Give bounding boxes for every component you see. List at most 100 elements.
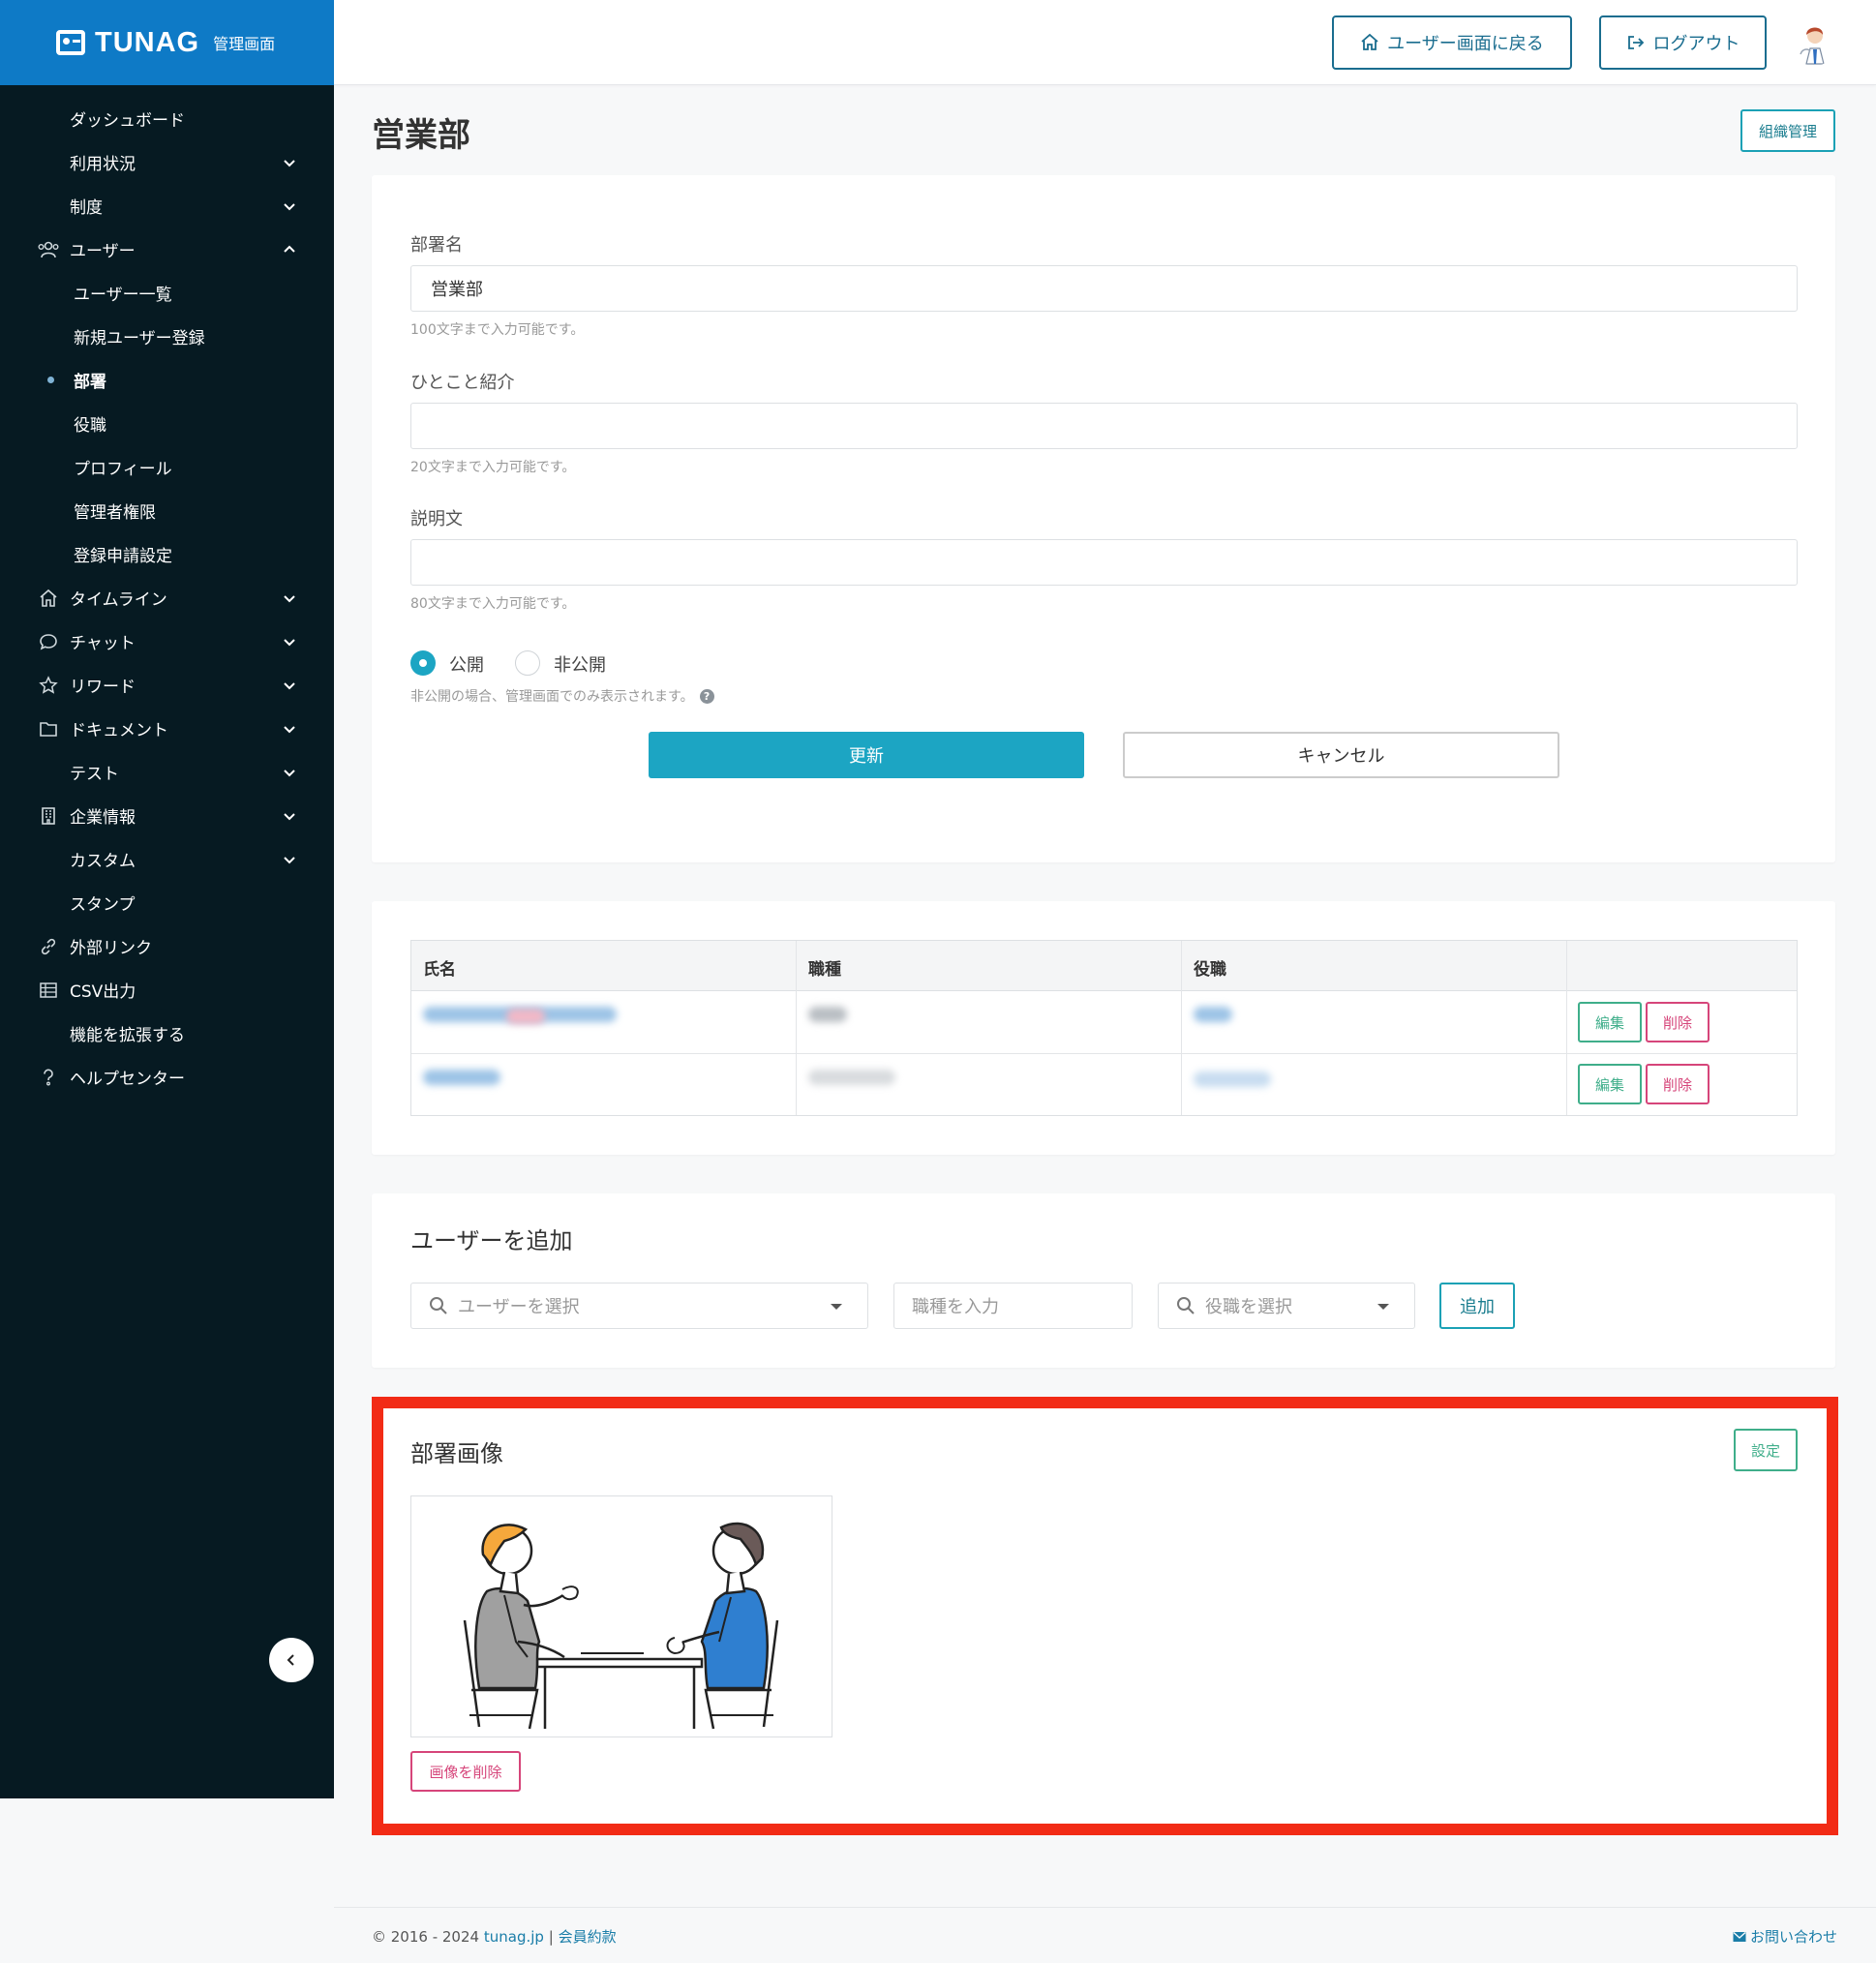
private-radio-label[interactable]: 非公開 [554, 651, 606, 677]
sidebar-item-positions[interactable]: 役職 [0, 402, 334, 445]
star-icon [37, 674, 60, 697]
column-divider [1181, 941, 1182, 1115]
intro-hint: 20文字まで入力可能です。 [410, 460, 576, 475]
chevron-down-icon [284, 594, 295, 602]
question-icon[interactable]: ? [699, 688, 714, 704]
public-radio[interactable] [410, 650, 436, 676]
sidebar-item-label: 外部リンク [70, 939, 152, 958]
update-button[interactable]: 更新 [649, 732, 1084, 778]
mail-icon [1733, 1931, 1746, 1942]
department-image [410, 1495, 832, 1737]
sidebar-item-documents[interactable]: ドキュメント [0, 707, 334, 750]
column-header-name: 氏名 [423, 960, 456, 980]
sidebar-item-label: カスタム [70, 852, 136, 871]
chevron-up-icon [284, 245, 295, 253]
description-input[interactable] [410, 539, 1798, 586]
search-icon [430, 1297, 447, 1314]
sidebar-item-departments[interactable]: 部署 [0, 358, 334, 402]
chevron-down-icon [284, 725, 295, 733]
sidebar-item-label: 役職 [74, 416, 106, 436]
redacted-position[interactable] [1194, 1007, 1232, 1022]
cancel-button[interactable]: キャンセル [1123, 732, 1559, 778]
position-select[interactable]: 役職を選択 [1158, 1283, 1415, 1329]
users-icon [37, 238, 60, 261]
intro-input[interactable] [410, 403, 1798, 449]
public-radio-label[interactable]: 公開 [449, 651, 484, 677]
sidebar-item-label: 機能を拡張する [70, 1026, 185, 1045]
terms-link[interactable]: 会員約款 [559, 1928, 617, 1946]
sidebar-item-label: 部署 [74, 373, 106, 392]
brand-logo[interactable]: TUNAG 管理画面 [0, 0, 334, 85]
sidebar-item-user-list[interactable]: ユーザー一覧 [0, 271, 334, 315]
sidebar-item-custom[interactable]: カスタム [0, 837, 334, 881]
delete-button[interactable]: 削除 [1646, 1064, 1710, 1104]
sidebar-item-label: 制度 [70, 198, 103, 218]
sidebar-item-admin-permissions[interactable]: 管理者権限 [0, 489, 334, 532]
sidebar-item-label: ヘルプセンター [70, 1070, 185, 1089]
sidebar-item-csv-export[interactable]: CSV出力 [0, 968, 334, 1012]
user-select[interactable]: ユーザーを選択 [410, 1283, 868, 1329]
department-name-hint: 100文字まで入力可能です。 [410, 322, 585, 338]
sidebar-item-new-user[interactable]: 新規ユーザー登録 [0, 315, 334, 358]
delete-button[interactable]: 削除 [1646, 1002, 1710, 1042]
sidebar-item-users[interactable]: ユーザー [0, 227, 334, 271]
sidebar-item-dashboard[interactable]: ダッシュボード [0, 97, 334, 140]
sidebar-item-extend-features[interactable]: 機能を拡張する [0, 1012, 334, 1055]
sidebar-collapse-button[interactable] [269, 1638, 314, 1682]
caret-down-icon [831, 1304, 842, 1310]
copyright: © 2016 - 2024 tunag.jp | 会員約款 [372, 1926, 617, 1947]
help-icon [37, 1066, 60, 1089]
sidebar-item-label: タイムライン [70, 590, 167, 610]
redacted-name[interactable] [423, 1070, 500, 1085]
redacted-job [808, 1070, 895, 1085]
sidebar-item-label: プロフィール [74, 460, 172, 479]
department-name-input[interactable]: 営業部 [410, 265, 1798, 312]
delete-image-button[interactable]: 画像を削除 [410, 1751, 521, 1792]
sidebar-item-chat[interactable]: チャット [0, 619, 334, 663]
sidebar-item-stamps[interactable]: スタンプ [0, 881, 334, 924]
edit-button[interactable]: 編集 [1578, 1064, 1642, 1104]
sidebar-item-label: CSV出力 [70, 982, 136, 1002]
sidebar-item-label: ユーザー [70, 242, 136, 261]
sidebar-item-timeline[interactable]: タイムライン [0, 576, 334, 619]
department-image-title: 部署画像 [410, 1440, 503, 1467]
contact-link[interactable]: お問い合わせ [1733, 1926, 1837, 1947]
sidebar-item-registration-settings[interactable]: 登録申請設定 [0, 532, 334, 576]
chevron-down-icon [284, 159, 295, 166]
edit-button[interactable]: 編集 [1578, 1002, 1642, 1042]
sidebar-item-label: チャット [70, 634, 136, 653]
sidebar-item-help-center[interactable]: ヘルプセンター [0, 1055, 334, 1099]
logout-button[interactable]: ログアウト [1599, 15, 1767, 70]
sidebar: TUNAG 管理画面 ダッシュボード 利用状況 制度 ユーザー ユーザー一覧 新… [0, 0, 334, 1798]
table-icon [37, 979, 60, 1002]
sidebar-item-label: リワード [70, 678, 136, 697]
column-header-position: 役職 [1194, 960, 1226, 980]
back-to-user-screen-button[interactable]: ユーザー画面に戻る [1332, 15, 1572, 70]
private-radio[interactable] [515, 650, 540, 676]
home-icon [37, 587, 60, 610]
sidebar-item-external-links[interactable]: 外部リンク [0, 924, 334, 968]
sidebar-item-test[interactable]: テスト [0, 750, 334, 794]
sidebar-item-rewards[interactable]: リワード [0, 663, 334, 707]
redacted-position[interactable] [1194, 1072, 1271, 1087]
column-divider [796, 941, 797, 1115]
sidebar-item-company-info[interactable]: 企業情報 [0, 794, 334, 837]
sidebar-item-system[interactable]: 制度 [0, 184, 334, 227]
sidebar-item-profile[interactable]: プロフィール [0, 445, 334, 489]
sidebar-item-label: 利用状況 [70, 155, 136, 174]
chevron-down-icon [284, 202, 295, 210]
org-management-button[interactable]: 組織管理 [1740, 109, 1835, 152]
avatar[interactable] [1791, 19, 1837, 66]
caret-down-icon [1377, 1304, 1389, 1310]
job-input[interactable]: 職種を入力 [893, 1283, 1133, 1329]
brand-subtitle: 管理画面 [213, 35, 276, 53]
user-select-placeholder: ユーザーを選択 [458, 1297, 580, 1317]
page-title: 営業部 [372, 116, 470, 155]
tunag-logo-icon [56, 30, 85, 55]
chevron-down-icon [284, 638, 295, 646]
site-link[interactable]: tunag.jp [484, 1928, 544, 1946]
sidebar-item-usage[interactable]: 利用状況 [0, 140, 334, 184]
footer-separator: | [548, 1928, 554, 1946]
set-image-button[interactable]: 設定 [1734, 1429, 1798, 1471]
add-user-button[interactable]: 追加 [1439, 1283, 1515, 1329]
